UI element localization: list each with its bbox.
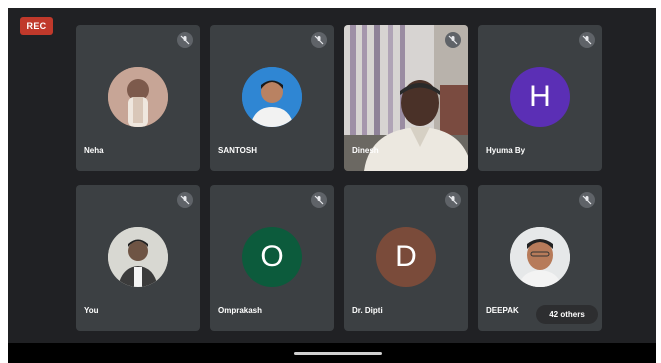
avatar xyxy=(242,67,302,127)
mic-off-icon xyxy=(445,32,461,48)
participant-tile-omprakash[interactable]: O Omprakash xyxy=(210,185,334,331)
bottom-bar xyxy=(8,343,656,363)
participant-name: Neha xyxy=(84,146,104,155)
mic-off-icon xyxy=(311,192,327,208)
avatar xyxy=(108,67,168,127)
participant-tile-santosh[interactable]: SANTOSH xyxy=(210,25,334,171)
participant-tile-dipti[interactable]: D Dr. Dipti xyxy=(344,185,468,331)
participant-tile-dinesh[interactable]: Dinesh xyxy=(344,25,468,171)
meeting-window: REC Neha SANTOSH Dinesh H Hyuma By You O… xyxy=(8,8,656,363)
participant-tile-you[interactable]: You xyxy=(76,185,200,331)
avatar xyxy=(108,227,168,287)
participant-name: Dr. Dipti xyxy=(352,306,383,315)
mic-off-icon xyxy=(177,192,193,208)
participant-name: Omprakash xyxy=(218,306,263,315)
home-indicator[interactable] xyxy=(294,352,382,355)
mic-off-icon xyxy=(311,32,327,48)
participant-name: You xyxy=(84,306,99,315)
avatar-letter: H xyxy=(510,67,570,127)
participant-name: DEEPAK xyxy=(486,306,519,315)
participant-name: Hyuma By xyxy=(486,146,526,155)
avatar xyxy=(510,227,570,287)
participant-name: SANTOSH xyxy=(218,146,257,155)
avatar-letter: D xyxy=(376,227,436,287)
others-count-button[interactable]: 42 others xyxy=(536,305,598,324)
participant-name: Dinesh xyxy=(352,146,379,155)
mic-off-icon xyxy=(445,192,461,208)
avatar-letter: O xyxy=(242,227,302,287)
participant-tile-neha[interactable]: Neha xyxy=(76,25,200,171)
mic-off-icon xyxy=(579,192,595,208)
mic-off-icon xyxy=(579,32,595,48)
participant-tile-hyuma[interactable]: H Hyuma By xyxy=(478,25,602,171)
mic-off-icon xyxy=(177,32,193,48)
recording-badge: REC xyxy=(20,17,53,35)
